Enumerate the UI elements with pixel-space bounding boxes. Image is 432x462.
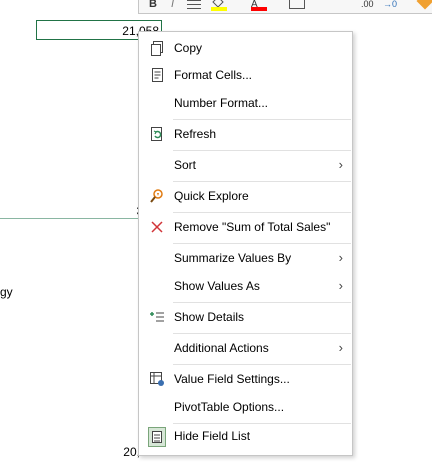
copy-icon bbox=[148, 40, 166, 56]
menu-item-label: Number Format... bbox=[174, 96, 269, 110]
menu-item-remove-field[interactable]: Remove "Sum of Total Sales" bbox=[139, 216, 352, 238]
menu-item-show-details[interactable]: Show Details bbox=[139, 306, 352, 328]
menu-item-value-field-settings[interactable]: Value Field Settings... bbox=[139, 368, 352, 390]
menu-item-label: Format Cells... bbox=[174, 68, 253, 82]
menu-item-label: Additional Actions bbox=[174, 341, 269, 355]
menu-item-label: Copy bbox=[174, 41, 203, 55]
menu-separator bbox=[173, 423, 351, 424]
borders-icon[interactable] bbox=[289, 0, 305, 9]
menu-item-label: Show Values As bbox=[174, 279, 260, 293]
menu-separator bbox=[173, 243, 351, 244]
refresh-icon bbox=[148, 126, 166, 142]
italic-button[interactable]: I bbox=[171, 0, 174, 11]
menu-separator bbox=[173, 150, 351, 151]
font-color-button[interactable]: A bbox=[251, 0, 273, 11]
submenu-arrow-icon: › bbox=[338, 250, 343, 265]
remove-x-icon bbox=[148, 219, 166, 235]
menu-separator bbox=[173, 333, 351, 334]
menu-item-label: PivotTable Options... bbox=[174, 400, 285, 414]
menu-item-show-values-as[interactable]: Show Values As › bbox=[139, 275, 352, 297]
menu-item-format-cells[interactable]: Format Cells... bbox=[139, 64, 352, 86]
menu-separator bbox=[173, 364, 351, 365]
menu-separator bbox=[173, 212, 351, 213]
bold-button[interactable]: B bbox=[149, 0, 157, 11]
menu-item-label: Show Details bbox=[174, 310, 245, 324]
submenu-arrow-icon: › bbox=[338, 157, 343, 172]
menu-item-sort[interactable]: Sort › bbox=[139, 154, 352, 176]
row-label-fragment: gy bbox=[0, 285, 13, 299]
decrease-decimal-button[interactable]: .00 bbox=[361, 0, 374, 11]
show-details-icon bbox=[148, 309, 166, 325]
menu-item-summarize-values-by[interactable]: Summarize Values By › bbox=[139, 247, 352, 269]
fill-color-button[interactable] bbox=[211, 0, 233, 11]
menu-item-label: Summarize Values By bbox=[174, 251, 292, 265]
menu-item-label: Hide Field List bbox=[174, 429, 251, 443]
context-menu: Copy Format Cells... Number Format... Re… bbox=[138, 31, 353, 456]
value-field-settings-icon bbox=[148, 371, 166, 387]
menu-item-label: Refresh bbox=[174, 127, 217, 141]
menu-item-label: Value Field Settings... bbox=[174, 372, 290, 386]
paint-bucket-icon bbox=[212, 0, 224, 8]
menu-item-hide-field-list[interactable]: Hide Field List bbox=[139, 425, 352, 447]
quick-explore-icon bbox=[148, 188, 166, 204]
align-center-icon[interactable] bbox=[187, 0, 201, 11]
menu-item-number-format[interactable]: Number Format... bbox=[139, 92, 352, 114]
submenu-arrow-icon: › bbox=[338, 278, 343, 293]
menu-item-label: Quick Explore bbox=[174, 189, 249, 203]
menu-item-pivottable-options[interactable]: PivotTable Options... bbox=[139, 396, 352, 418]
menu-item-additional-actions[interactable]: Additional Actions › bbox=[139, 337, 352, 359]
format-painter-icon[interactable] bbox=[416, 0, 432, 10]
mini-toolbar: B I A .00 →0 bbox=[138, 0, 432, 14]
menu-separator bbox=[173, 302, 351, 303]
format-cells-icon bbox=[148, 67, 166, 83]
menu-item-copy[interactable]: Copy bbox=[139, 37, 352, 59]
fill-color-swatch bbox=[211, 7, 227, 11]
increase-decimal-button[interactable]: →0 bbox=[383, 0, 397, 11]
menu-separator bbox=[173, 119, 351, 120]
field-list-icon bbox=[148, 427, 166, 447]
submenu-arrow-icon: › bbox=[338, 340, 343, 355]
menu-item-refresh[interactable]: Refresh bbox=[139, 123, 352, 145]
menu-item-label: Sort bbox=[174, 158, 197, 172]
menu-item-label: Remove "Sum of Total Sales" bbox=[174, 220, 331, 234]
font-color-swatch bbox=[251, 7, 267, 11]
menu-item-quick-explore[interactable]: Quick Explore bbox=[139, 185, 352, 207]
menu-separator bbox=[173, 181, 351, 182]
